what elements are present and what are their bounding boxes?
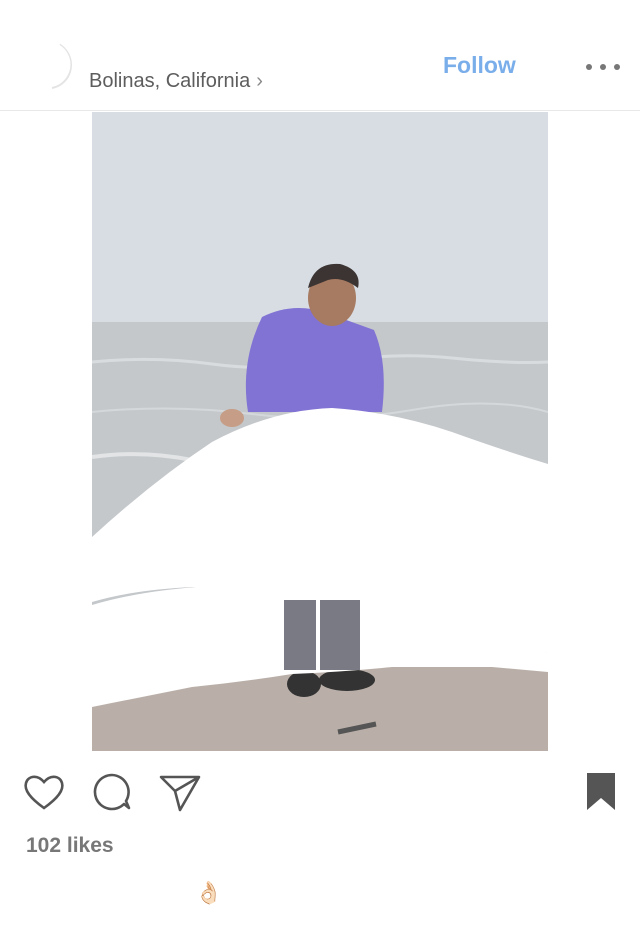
likes-count[interactable]: 102 likes	[26, 834, 114, 858]
post-photo[interactable]	[92, 112, 548, 751]
post-actions	[0, 770, 640, 820]
avatar[interactable]	[22, 40, 72, 90]
location-label: Bolinas, California	[89, 70, 251, 92]
caption: 👌🏻	[195, 880, 222, 906]
follow-button[interactable]: Follow	[443, 52, 516, 79]
chevron-right-icon: ›	[256, 70, 263, 92]
bookmark-icon[interactable]	[584, 770, 618, 819]
post-header: Bolinas, California › Follow	[0, 0, 640, 111]
location-link[interactable]: Bolinas, California ›	[89, 70, 263, 93]
share-icon[interactable]	[158, 770, 202, 819]
heart-icon[interactable]	[22, 770, 66, 819]
more-options-icon[interactable]	[586, 55, 620, 79]
ok-hand-emoji: 👌🏻	[195, 880, 223, 905]
comment-icon[interactable]	[90, 770, 134, 819]
